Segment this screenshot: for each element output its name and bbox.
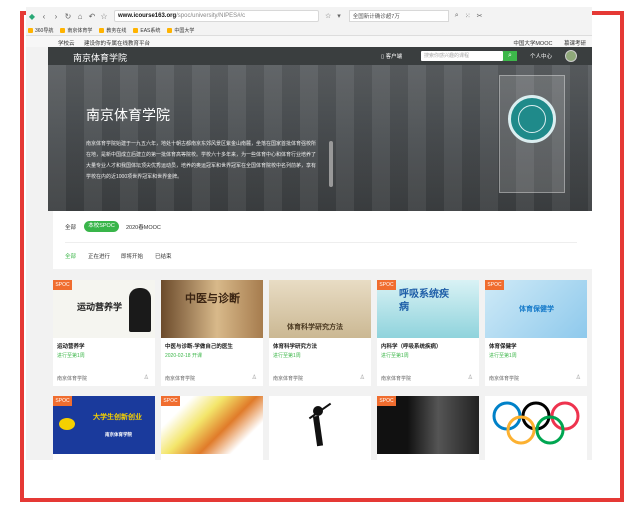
status-ended[interactable]: 已结束 [155, 252, 172, 260]
course-card[interactable] [269, 396, 371, 460]
search-button[interactable]: ⌕ [503, 51, 517, 61]
undo-icon[interactable]: ↶ [86, 12, 98, 21]
forward-icon[interactable]: › [50, 12, 62, 21]
course-thumbnail [269, 396, 371, 454]
course-school: 南京体育学院 [273, 376, 304, 382]
bookmark-item[interactable]: EAS系统 [133, 27, 160, 34]
course-title: 内科学（呼吸系统疾病） [381, 344, 442, 350]
bookmark-star-icon[interactable]: ☆ [325, 12, 331, 20]
course-title: 中医与诊断-学做自己的医生 [165, 344, 233, 350]
spoc-badge: SPOC [161, 396, 180, 406]
course-school: 南京体育学院 [57, 376, 88, 382]
app-logo-icon: ◆ [28, 11, 36, 21]
school-name[interactable]: 南京体育学院 [73, 51, 127, 64]
course-card[interactable]: 体育保健学 SPOC 体育保健学 进行至第1周 南京体育学院 ♙ [485, 280, 587, 386]
address-bar[interactable]: www.icourse163.org /spoc/university/NIPE… [114, 10, 319, 22]
course-status: 进行至第1周 [489, 353, 517, 359]
course-status: 进行至第1周 [381, 353, 409, 359]
person-icon: ♙ [467, 375, 473, 381]
filter-all[interactable]: 全部 [65, 223, 76, 231]
spoc-badge: SPOC [377, 396, 396, 406]
bookmarks-bar: 360导航 南京体育学 教务在线 EAS系统 中国大学 [26, 25, 592, 36]
person-icon: ♙ [359, 375, 365, 381]
course-title: 运动营养学 [57, 344, 85, 350]
filter-spoc-chip[interactable]: 本校SPOC [84, 221, 119, 232]
course-card[interactable]: SPOC [161, 396, 263, 460]
course-status: 进行至第1周 [273, 353, 301, 359]
course-card[interactable] [485, 396, 587, 460]
person-icon: ♙ [251, 375, 257, 381]
avatar[interactable] [565, 50, 577, 62]
status-all[interactable]: 全部 [65, 252, 76, 260]
bookmark-item[interactable]: 360导航 [28, 27, 53, 34]
hero-title: 南京体育学院 [86, 107, 170, 123]
course-title: 体育保健学 [489, 344, 517, 350]
bookmark-item[interactable]: 教务在线 [99, 27, 126, 34]
back-icon[interactable]: ‹ [38, 12, 50, 21]
spoc-badge: SPOC [53, 280, 72, 290]
course-card[interactable]: SPOC [377, 396, 479, 460]
course-school: 南京体育学院 [381, 376, 412, 382]
bookmark-item[interactable]: 中国大学 [167, 27, 194, 34]
course-card[interactable]: 运动营养学 SPOC 运动营养学 进行至第1周 南京体育学院 ♙ [53, 280, 155, 386]
search-input[interactable]: 搜索你感兴趣的课程 [421, 51, 503, 61]
course-status: 2020-02-18 开课 [165, 353, 202, 359]
course-school: 南京体育学院 [489, 376, 520, 382]
course-card[interactable]: 呼吸系统疾病 SPOC 内科学（呼吸系统疾病） 进行至第1周 南京体育学院 ♙ [377, 280, 479, 386]
school-header: 南京体育学院 ▯ 客户端 搜索你感兴趣的课程 ⌕ 个人中心 [48, 47, 592, 65]
status-ongoing[interactable]: 正在进行 [88, 252, 110, 260]
url-domain: www.icourse163.org [118, 13, 177, 19]
news-text: 全国新计确诊超7万 [352, 14, 400, 20]
browser-toolbar: ◆ ‹ › ↻ ⌂ ↶ ☆ www.icourse163.org /spoc/u… [26, 7, 592, 25]
course-card[interactable]: 中医与诊断 中医与诊断-学做自己的医生 2020-02-18 开课 南京体育学院… [161, 280, 263, 386]
url-path: /spoc/university/NIPES#/c [176, 13, 246, 19]
filter-mooc[interactable]: 2020春MOOC [126, 223, 161, 231]
course-thumbnail: 中医与诊断 [161, 280, 263, 338]
grid-icon[interactable]: ⁙ [465, 12, 471, 20]
course-thumbnail [485, 396, 587, 454]
news-box[interactable]: 全国新计确诊超7万 [348, 10, 449, 22]
course-status: 进行至第1周 [57, 353, 85, 359]
star-icon[interactable]: ☆ [98, 12, 110, 21]
course-title: 体育科学研究方法 [273, 344, 318, 350]
home-icon[interactable]: ⌂ [74, 12, 86, 21]
course-thumbnail: 体育科学研究方法 [269, 280, 371, 338]
course-school: 南京体育学院 [165, 376, 196, 382]
course-card[interactable]: 大学生创新创业 南京体育学院 SPOC [53, 396, 155, 460]
spoc-badge: SPOC [485, 280, 504, 290]
description-scrollbar[interactable] [329, 141, 333, 187]
hero-description: 南京体育学院始建于一九五六年，地处十朝古都南京东郊风景区紫金山南麓，坐落在国家首… [86, 141, 317, 180]
divider [65, 242, 577, 243]
spoc-badge: SPOC [377, 280, 396, 290]
school-seal-logo [508, 95, 556, 143]
spoc-badge: SPOC [53, 396, 72, 406]
olympic-rings-image [492, 401, 580, 445]
hero-banner: 南京体育学院 南京体育学院始建于一九五六年，地处十朝古都南京东郊风景区紫金山南麓… [48, 65, 592, 211]
person-icon: ♙ [575, 375, 581, 381]
reload-icon[interactable]: ↻ [62, 12, 74, 21]
person-icon: ♙ [143, 375, 149, 381]
bookmark-item[interactable]: 南京体育学 [60, 27, 92, 34]
course-card[interactable]: 体育科学研究方法 体育科学研究方法 进行至第1周 南京体育学院 ♙ [269, 280, 371, 386]
browser-window: ◆ ‹ › ↻ ⌂ ↶ ☆ www.icourse163.org /spoc/u… [26, 7, 592, 460]
status-upcoming[interactable]: 即将开始 [121, 252, 143, 260]
cut-icon[interactable]: ✂ [477, 12, 483, 20]
dropdown-icon[interactable]: ▾ [337, 12, 341, 20]
site-top-bar: 学校云 建设你的专属在线教育平台 中国大学MOOC 慕课考研 [26, 36, 592, 47]
search-icon[interactable]: ⌕ [455, 12, 459, 20]
filter-area: 全部 本校SPOC 2020春MOOC 全部 正在进行 即将开始 已结束 [53, 211, 592, 269]
personal-center-link[interactable]: 个人中心 [530, 52, 552, 60]
client-link[interactable]: ▯ 客户端 [381, 52, 402, 60]
